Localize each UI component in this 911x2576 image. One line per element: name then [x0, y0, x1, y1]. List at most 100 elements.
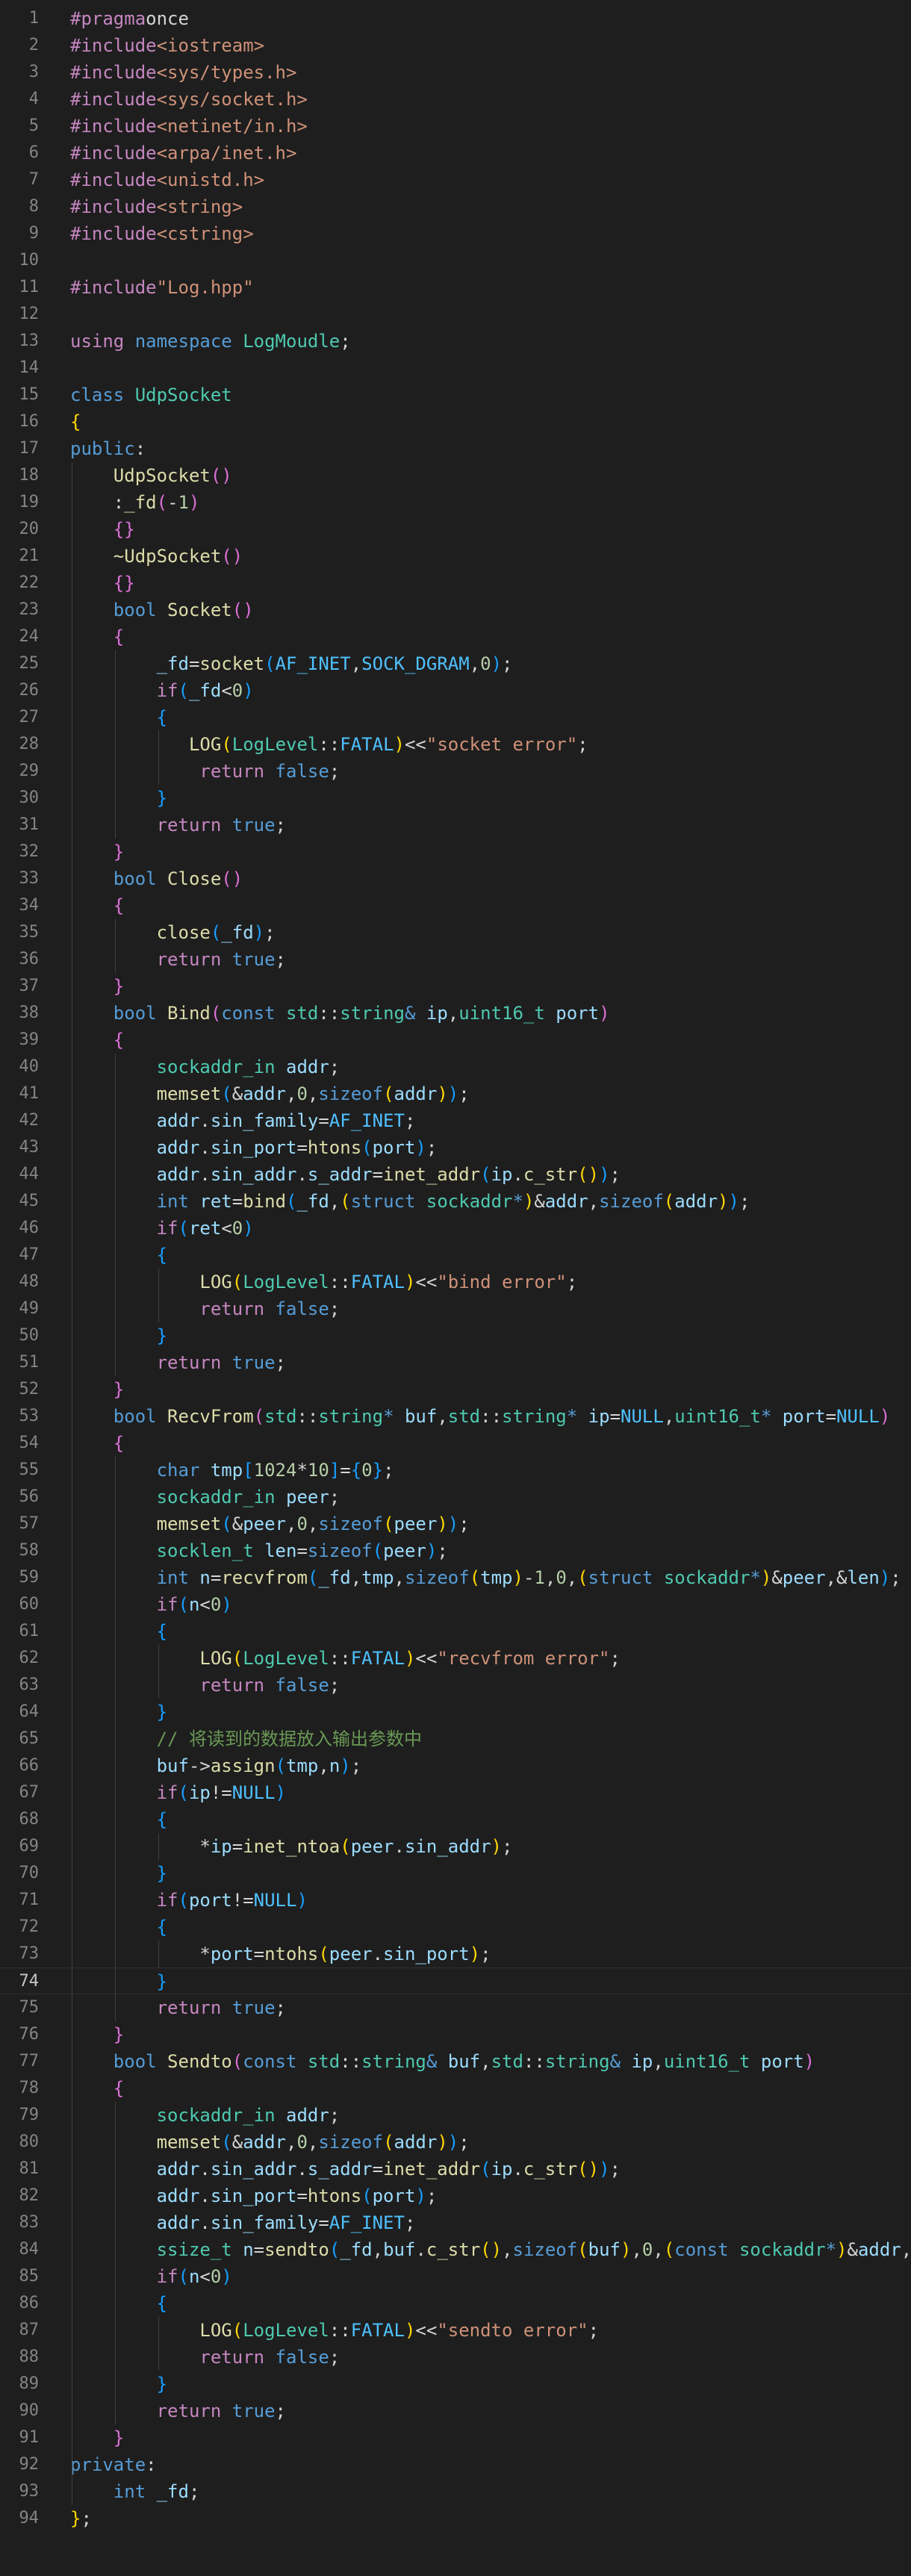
code-line[interactable]: 2 #include<iostream> [0, 32, 911, 59]
code-line[interactable]: 26 if(_fd<0) [0, 677, 911, 704]
code-line[interactable]: 82 addr.sin_port=htons(port); [0, 2183, 911, 2209]
code-line[interactable]: 7 #include<unistd.h> [0, 167, 911, 193]
code-line[interactable]: 86 { [0, 2290, 911, 2317]
code-line[interactable]: 3 #include<sys/types.h> [0, 59, 911, 86]
code-line[interactable]: 22 {} [0, 570, 911, 597]
code-line[interactable]: 58 socklen_t len=sizeof(peer); [0, 1537, 911, 1564]
code-line[interactable]: 4 #include<sys/socket.h> [0, 86, 911, 113]
code-line[interactable]: 50 } [0, 1322, 911, 1349]
code-line[interactable]: 64 } [0, 1699, 911, 1726]
code-line[interactable]: 81 addr.sin_addr.s_addr=inet_addr(ip.c_s… [0, 2156, 911, 2183]
code-line[interactable]: 45 int ret=bind(_fd,(struct sockaddr*)&a… [0, 1188, 911, 1215]
code-line[interactable]: 91 } [0, 2424, 911, 2451]
code-line[interactable]: 35 close(_fd); [0, 919, 911, 946]
code-line[interactable]: 52 } [0, 1376, 911, 1403]
code-line[interactable]: 51 return true; [0, 1349, 911, 1376]
code-line[interactable]: 25 _fd=socket(AF_INET,SOCK_DGRAM,0); [0, 650, 911, 677]
code-line[interactable]: 16 { [0, 408, 911, 435]
code-line[interactable]: 53 bool RecvFrom(std::string* buf,std::s… [0, 1403, 911, 1430]
line-number: 64 [19, 1702, 40, 1721]
code-line[interactable]: 83 addr.sin_family=AF_INET; [0, 2209, 911, 2236]
code-line[interactable]: 75 return true; [0, 1994, 911, 2021]
code-line[interactable]: 47 { [0, 1242, 911, 1269]
code-line[interactable]: 77 bool Sendto(const std::string& buf,st… [0, 2048, 911, 2075]
code-line[interactable]: 55 char tmp[1024*10]={0}; [0, 1457, 911, 1484]
code-line[interactable]: 34 { [0, 892, 911, 919]
code-line[interactable]: 1 #pragmaonce [0, 5, 911, 32]
code-line[interactable]: 36 return true; [0, 946, 911, 973]
code-line[interactable]: 19 :_fd(-1) [0, 489, 911, 516]
code-line[interactable]: 20 {} [0, 516, 911, 543]
code-line[interactable]: 24 { [0, 623, 911, 650]
code-line[interactable]: 12 [0, 301, 911, 328]
code-line[interactable]: 23 bool Socket() [0, 597, 911, 623]
code-line[interactable]: 6 #include<arpa/inet.h> [0, 140, 911, 167]
code-line[interactable]: 33 bool Close() [0, 865, 911, 892]
code-line[interactable]: 66 buf->assign(tmp,n); [0, 1752, 911, 1779]
code-line[interactable]: 8 #include<string> [0, 193, 911, 220]
code-token: ) [491, 653, 503, 674]
code-line[interactable]: 78 { [0, 2075, 911, 2102]
code-line[interactable]: 70 } [0, 1860, 911, 1887]
code-line[interactable]: 73 *port=ntohs(peer.sin_port); [0, 1941, 911, 1967]
code-line[interactable]: 60 if(n<0) [0, 1591, 911, 1618]
code-line[interactable]: 38 bool Bind(const std::string& ip,uint1… [0, 1000, 911, 1027]
code-line[interactable]: 31 return true; [0, 812, 911, 839]
code-line[interactable]: 65 // 将读到的数据放入输出参数中 [0, 1726, 911, 1752]
code-line[interactable]: 67 if(ip!=NULL) [0, 1779, 911, 1806]
code-line[interactable]: 30 } [0, 785, 911, 812]
code-line[interactable]: 14 [0, 355, 911, 382]
code-line[interactable]: 18 UdpSocket() [0, 462, 911, 489]
code-line[interactable]: 41 memset(&addr,0,sizeof(addr)); [0, 1080, 911, 1107]
code-line[interactable]: 44 addr.sin_addr.s_addr=inet_addr(ip.c_s… [0, 1161, 911, 1188]
code-line[interactable]: 89 } [0, 2371, 911, 2398]
code-line[interactable]: 94}; [0, 2505, 911, 2532]
code-line[interactable]: 49 return false; [0, 1295, 911, 1322]
code-line[interactable]: 87 LOG(LogLevel::FATAL)<<"sendto error"; [0, 2317, 911, 2344]
code-line[interactable]: 37 } [0, 973, 911, 1000]
code-line[interactable]: 69 *ip=inet_ntoa(peer.sin_addr); [0, 1833, 911, 1860]
code-line[interactable]: 85 if(n<0) [0, 2263, 911, 2290]
code-line[interactable]: 61 { [0, 1618, 911, 1645]
code-line[interactable]: 63 return false; [0, 1672, 911, 1699]
line-number: 93 [19, 2482, 40, 2501]
code-line[interactable]: 76 } [0, 2021, 911, 2048]
code-line[interactable]: 5 #include<netinet/in.h> [0, 113, 911, 140]
code-line[interactable]: 84 ssize_t n=sendto(_fd,buf.c_str(),size… [0, 2236, 911, 2263]
code-line[interactable]: 46 if(ret<0) [0, 1215, 911, 1242]
code-line[interactable]: 59 int n=recvfrom(_fd,tmp,sizeof(tmp)-1,… [0, 1564, 911, 1591]
code-line[interactable]: 68 { [0, 1806, 911, 1833]
code-line[interactable]: 88 return false; [0, 2344, 911, 2371]
code-line[interactable]: 93 int _fd; [0, 2478, 911, 2505]
code-line[interactable]: 15 class UdpSocket [0, 382, 911, 408]
code-line[interactable]: 79 sockaddr_in addr; [0, 2102, 911, 2129]
code-line[interactable]: 29 return false; [0, 758, 911, 785]
code-line[interactable]: 10 [0, 247, 911, 274]
code-line[interactable]: 62 LOG(LogLevel::FATAL)<<"recvfrom error… [0, 1645, 911, 1672]
code-line[interactable]: 90 return true; [0, 2398, 911, 2424]
code-line[interactable]: 27 { [0, 704, 911, 731]
code-line[interactable]: 74 } [0, 1967, 911, 1994]
code-line[interactable]: 17 public: [0, 435, 911, 462]
code-line[interactable]: 9 #include<cstring> [0, 220, 911, 247]
code-line[interactable]: 42 addr.sin_family=AF_INET; [0, 1107, 911, 1134]
code-editor[interactable]: 1 #pragmaonce 2 #include<iostream> 3 #include… [0, 0, 911, 2576]
code-line[interactable]: 28 LOG(LogLevel::FATAL)<<"socket error"; [0, 731, 911, 758]
code-line[interactable]: 39 { [0, 1027, 911, 1054]
code-line[interactable]: 54 { [0, 1430, 911, 1457]
code-line[interactable]: 11 #include"Log.hpp" [0, 274, 911, 301]
code-line[interactable]: 80 memset(&addr,0,sizeof(addr)); [0, 2129, 911, 2156]
code-line[interactable]: 57 memset(&peer,0,sizeof(peer)); [0, 1511, 911, 1537]
code-line[interactable]: 13 using namespace LogMoudle; [0, 328, 911, 355]
code-line[interactable]: 32 } [0, 839, 911, 865]
code-token: ; [275, 1997, 286, 2018]
code-line[interactable]: 43 addr.sin_port=htons(port); [0, 1134, 911, 1161]
code-line[interactable]: 71 if(port!=NULL) [0, 1887, 911, 1914]
code-line[interactable]: 40 sockaddr_in addr; [0, 1054, 911, 1080]
code-line[interactable]: 72 { [0, 1914, 911, 1941]
code-line[interactable]: 21 ~UdpSocket() [0, 543, 911, 570]
code-line[interactable]: 56 sockaddr_in peer; [0, 1484, 911, 1511]
code-line[interactable]: 92 private: [0, 2451, 911, 2478]
code-line[interactable]: 48 LOG(LogLevel::FATAL)<<"bind error"; [0, 1269, 911, 1295]
